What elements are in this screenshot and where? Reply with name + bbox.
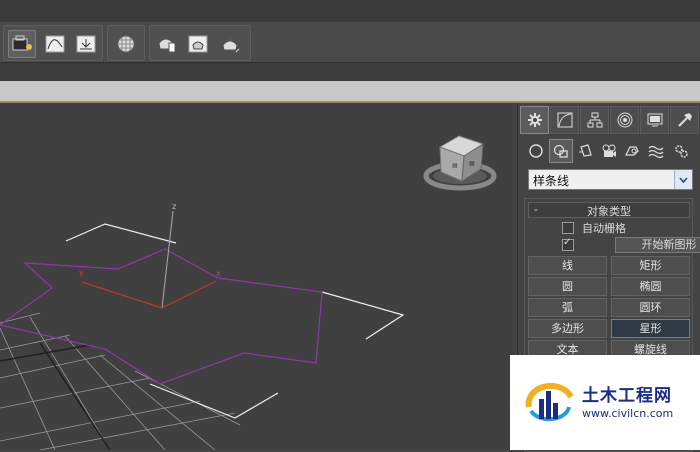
watermark-title: 土木工程网 (582, 386, 672, 406)
render-icon[interactable] (216, 30, 244, 58)
svg-text:▦: ▦ (452, 162, 458, 169)
watermark-logo (525, 382, 574, 422)
start-new-shape-checkbox[interactable]: ✓ (562, 237, 574, 251)
shape-type-dropdown[interactable]: 样条线 (528, 169, 693, 190)
rollout-title: 对象类型 (587, 205, 631, 218)
svg-text:▦: ▦ (469, 160, 475, 167)
perspective-viewport[interactable]: z y x ▦ ▦ (0, 103, 515, 450)
command-panel-tabs (520, 105, 700, 134)
view-bracket-lines (65, 223, 405, 419)
y-axis-label: y (79, 268, 84, 277)
rollout-header[interactable]: - 对象类型 (528, 202, 690, 218)
render-setup-icon[interactable] (152, 30, 180, 58)
ribbon-strip (0, 63, 700, 81)
cameras-icon[interactable] (597, 139, 621, 163)
lights-icon[interactable] (574, 139, 598, 163)
start-new-shape-row: ✓ 开始新图形 (562, 237, 700, 253)
main-toolbar (0, 22, 700, 63)
line-button[interactable]: 线 (528, 256, 607, 275)
y-axis (81, 281, 163, 309)
motion-tab-icon[interactable] (610, 106, 639, 134)
auto-grid-checkbox[interactable] (562, 222, 574, 234)
ellipse-button[interactable]: 椭圆 (611, 277, 690, 296)
viewport-scene: z y x ▦ ▦ (0, 135, 497, 450)
z-axis (161, 210, 174, 309)
systems-icon[interactable] (669, 139, 693, 163)
arc-button[interactable]: 弧 (528, 298, 607, 317)
grid-center-line (39, 342, 111, 450)
geometry-icon[interactable] (524, 139, 548, 163)
x-axis (161, 280, 217, 309)
auto-grid-label: 自动栅格 (582, 222, 626, 235)
toolbar-group (107, 25, 145, 61)
ngon-button[interactable]: 多边形 (528, 319, 607, 338)
z-axis-label: z (172, 202, 176, 211)
x-axis-label: x (216, 269, 221, 278)
layer-manager-icon[interactable] (8, 30, 36, 58)
donut-button[interactable]: 圆环 (611, 298, 690, 317)
top-bar (0, 0, 700, 23)
toolbar-group (3, 25, 103, 61)
checkmark-icon: ✓ (563, 237, 572, 248)
material-editor-icon[interactable] (112, 30, 140, 58)
dropdown-value: 样条线 (533, 174, 570, 188)
toolbar-group (149, 25, 251, 61)
star-spline (0, 248, 323, 385)
rectangle-button[interactable]: 矩形 (611, 256, 690, 275)
helpers-icon[interactable] (620, 139, 644, 163)
auto-grid-row: 自动栅格 (562, 221, 626, 235)
modify-tab-icon[interactable] (550, 106, 579, 134)
star-button[interactable]: 星形 (611, 319, 690, 338)
watermark-url: www.civilcn.com (582, 407, 674, 420)
utilities-tab-icon[interactable] (670, 106, 699, 134)
create-tab-icon[interactable] (520, 106, 549, 134)
curve-editor-icon[interactable] (41, 30, 69, 58)
circle-button[interactable]: 圆 (528, 277, 607, 296)
ribbon-bar (0, 81, 700, 103)
display-tab-icon[interactable] (640, 106, 669, 134)
object-categories (524, 139, 700, 163)
watermark: 土木工程网 www.civilcn.com (510, 355, 700, 450)
shapes-icon[interactable] (549, 139, 573, 163)
viewcube[interactable]: ▦ ▦ (423, 135, 497, 191)
schematic-icon[interactable] (72, 30, 100, 58)
hierarchy-tab-icon[interactable] (580, 106, 609, 134)
chevron-down-icon[interactable] (674, 170, 692, 189)
rendered-frame-icon[interactable] (184, 30, 212, 58)
start-new-shape-button[interactable]: 开始新图形 (615, 237, 700, 253)
space-warps-icon[interactable] (644, 139, 668, 163)
